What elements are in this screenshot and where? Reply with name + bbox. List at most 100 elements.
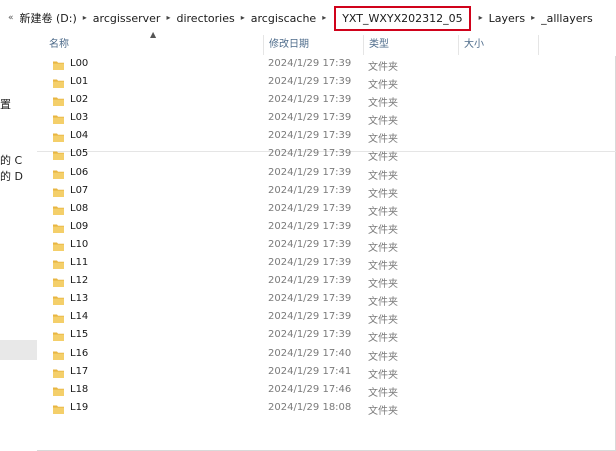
file-type: 文件夹: [368, 62, 398, 73]
file-row[interactable]: L14 2024/1/29 17:39 文件夹: [37, 309, 616, 327]
file-row[interactable]: L12 2024/1/29 17:39 文件夹: [37, 273, 616, 291]
column-header-modified[interactable]: 修改日期: [263, 32, 363, 56]
file-type: 文件夹: [368, 188, 398, 200]
file-name: L09: [70, 220, 89, 232]
file-modified: 2024/1/29 17:39: [268, 257, 352, 269]
file-row[interactable]: L01 2024/1/29 17:39 文件夹: [37, 74, 616, 92]
file-modified: 2024/1/29 17:39: [268, 148, 352, 160]
file-row[interactable]: L13 2024/1/29 17:39 文件夹: [37, 291, 616, 309]
nav-item-partial[interactable]: 置: [0, 96, 11, 112]
file-row[interactable]: L15 2024/1/29 17:39 文件夹: [37, 327, 616, 345]
folder-icon: [53, 206, 64, 215]
file-modified: 2024/1/29 17:39: [268, 202, 352, 214]
nav-item-selected[interactable]: [0, 340, 37, 360]
file-type: 文件夹: [368, 333, 398, 345]
breadcrumb-item-arcgisserver[interactable]: arcgisserver: [93, 12, 161, 25]
breadcrumb-item-highlighted-cache[interactable]: YXT_WXYX202312_05: [334, 5, 471, 31]
folder-icon: [53, 79, 64, 89]
file-modified: 2024/1/29 17:40: [268, 347, 352, 359]
breadcrumb-item-alllayers[interactable]: _alllayers: [541, 12, 593, 25]
breadcrumb-item-layers[interactable]: Layers: [489, 12, 525, 25]
file-modified: 2024/1/29 17:39: [268, 94, 352, 106]
file-type: 文件夹: [368, 116, 398, 128]
breadcrumb-separator-icon[interactable]: ▸: [479, 14, 483, 22]
column-header-size[interactable]: 大小: [458, 32, 538, 56]
folder-icon: [53, 133, 64, 143]
file-name: L16: [70, 347, 89, 359]
file-name: L13: [70, 293, 89, 305]
breadcrumb-separator-icon[interactable]: ▸: [166, 14, 170, 22]
breadcrumb-item-directories[interactable]: directories: [176, 12, 234, 25]
file-row[interactable]: L09 2024/1/29 17:39 文件夹: [37, 219, 616, 237]
file-name: L11: [70, 257, 89, 269]
nav-item-partial[interactable]: 的 C: [0, 152, 22, 168]
file-name: L07: [70, 184, 89, 196]
file-type: 文件夹: [368, 387, 398, 399]
folder-icon: [53, 351, 64, 360]
folder-icon: [53, 296, 64, 306]
folder-icon: [53, 151, 64, 161]
file-row[interactable]: L03 2024/1/29 17:39 文件夹: [37, 110, 616, 128]
column-header-name[interactable]: 名称: [43, 32, 263, 56]
file-name: L19: [70, 401, 89, 413]
breadcrumb-item-drive[interactable]: 新建卷 (D:): [20, 10, 77, 26]
file-name: L05: [70, 148, 89, 160]
file-type: 文件夹: [368, 405, 398, 417]
breadcrumb-separator-icon[interactable]: ▸: [241, 14, 245, 22]
file-modified: 2024/1/29 18:08: [268, 401, 352, 413]
file-row[interactable]: L06 2024/1/29 17:39 文件夹: [37, 165, 616, 183]
column-divider[interactable]: [538, 35, 539, 55]
file-row[interactable]: L10 2024/1/29 17:39 文件夹: [37, 237, 616, 255]
overflow-chevron-icon[interactable]: «: [8, 13, 14, 23]
file-row[interactable]: L00 2024/1/29 17:39 文件夹: [37, 56, 616, 74]
file-row[interactable]: L08 2024/1/29 17:39 文件夹: [37, 201, 616, 219]
file-modified: 2024/1/29 17:39: [268, 166, 352, 178]
folder-icon: [53, 188, 64, 197]
address-bar[interactable]: « 新建卷 (D:) ▸ arcgisserver ▸ directories …: [0, 0, 616, 32]
file-type: 文件夹: [368, 369, 398, 381]
file-type: 文件夹: [368, 224, 398, 236]
file-name: L17: [70, 365, 89, 377]
breadcrumb-separator-icon[interactable]: ▸: [322, 14, 326, 22]
folder-icon: [53, 242, 64, 251]
file-type: 文件夹: [368, 152, 398, 164]
file-modified: 2024/1/29 17:39: [268, 184, 352, 196]
breadcrumb-item-arcgiscache[interactable]: arcgiscache: [251, 12, 316, 25]
file-name: L06: [70, 166, 89, 178]
breadcrumb-separator-icon[interactable]: ▸: [83, 14, 87, 22]
folder-icon: [53, 115, 64, 125]
file-row[interactable]: L07 2024/1/29 17:39 文件夹: [37, 183, 616, 201]
file-row[interactable]: L11 2024/1/29 17:39 文件夹: [37, 255, 616, 273]
file-row[interactable]: L04 2024/1/29 17:39 文件夹: [37, 128, 616, 146]
file-name: L15: [70, 329, 89, 341]
file-name: L18: [70, 383, 89, 395]
folder-icon: [53, 97, 64, 107]
file-name: L14: [70, 311, 89, 323]
navigation-pane: 置 的 C 的 D: [0, 32, 37, 451]
folder-icon: [53, 405, 64, 414]
column-header-type[interactable]: 类型: [363, 32, 458, 56]
nav-item-partial[interactable]: 的 D: [0, 168, 23, 184]
file-type: 文件夹: [368, 98, 398, 110]
breadcrumb: « 新建卷 (D:) ▸ arcgisserver ▸ directories …: [8, 5, 593, 31]
file-modified: 2024/1/29 17:39: [268, 58, 352, 69]
file-row[interactable]: L02 2024/1/29 17:39 文件夹: [37, 92, 616, 110]
file-modified: 2024/1/29 17:39: [268, 293, 352, 305]
file-name: L04: [70, 130, 89, 142]
folder-icon: [53, 260, 64, 270]
file-modified: 2024/1/29 17:39: [268, 275, 352, 287]
breadcrumb-separator-icon[interactable]: ▸: [531, 14, 535, 22]
file-row[interactable]: L16 2024/1/29 17:40 文件夹: [37, 346, 616, 364]
file-row[interactable]: L17 2024/1/29 17:41 文件夹: [37, 364, 616, 382]
file-row[interactable]: L18 2024/1/29 17:46 文件夹: [37, 382, 616, 400]
file-name: L08: [70, 202, 89, 214]
file-modified: 2024/1/29 17:46: [268, 383, 352, 395]
file-modified: 2024/1/29 17:41: [268, 365, 352, 377]
file-name: L00: [70, 58, 89, 69]
file-type: 文件夹: [368, 206, 398, 218]
file-modified: 2024/1/29 17:39: [268, 76, 352, 88]
file-type: 文件夹: [368, 80, 398, 92]
file-row[interactable]: L19 2024/1/29 18:08 文件夹: [37, 400, 616, 418]
file-row[interactable]: L05 2024/1/29 17:39 文件夹: [37, 146, 616, 164]
folder-icon: [53, 387, 64, 396]
